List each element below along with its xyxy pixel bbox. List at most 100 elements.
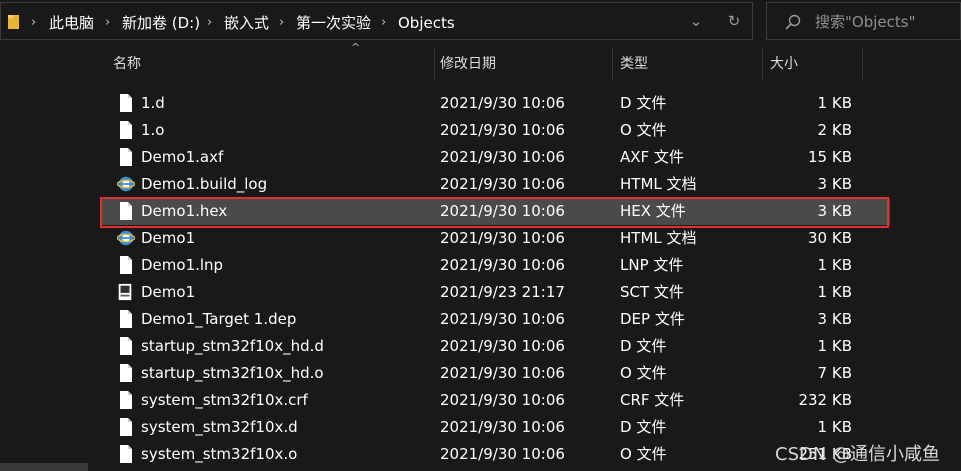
file-type: D 文件 bbox=[620, 94, 667, 112]
refresh-icon[interactable]: ↻ bbox=[717, 3, 751, 39]
chevron-right-icon[interactable]: › bbox=[207, 12, 212, 34]
file-type: O 文件 bbox=[620, 121, 667, 139]
file-row[interactable]: Demo1.axf 2021/9/30 10:06 AXF 文件 15 KB bbox=[100, 144, 890, 171]
file-size: 30 KB bbox=[808, 229, 852, 247]
file-date: 2021/9/30 10:06 bbox=[440, 121, 565, 139]
navigation-pane[interactable] bbox=[0, 44, 88, 471]
file-name: Demo1.build_log bbox=[141, 175, 268, 193]
file-icon bbox=[119, 147, 133, 167]
file-list: ^ 名称 修改日期 类型 大小 1.d 2021/9/30 10:06 D 文件 1 … bbox=[89, 41, 961, 471]
chevron-right-icon[interactable]: › bbox=[105, 12, 110, 34]
file-row[interactable]: Demo1.lnp 2021/9/30 10:06 LNP 文件 1 KB bbox=[100, 252, 890, 279]
file-row[interactable]: Demo1 2021/9/23 21:17 SCT 文件 1 KB bbox=[100, 279, 890, 306]
file-icon bbox=[119, 444, 133, 464]
file-icon bbox=[119, 309, 133, 329]
file-date: 2021/9/30 10:06 bbox=[440, 175, 565, 193]
file-name: Demo1 bbox=[141, 283, 196, 301]
chevron-right-icon[interactable]: › bbox=[31, 12, 36, 34]
file-name: startup_stm32f10x_hd.d bbox=[141, 337, 324, 355]
file-type: O 文件 bbox=[620, 364, 667, 382]
file-name: Demo1_Target 1.dep bbox=[141, 310, 297, 328]
column-divider[interactable] bbox=[862, 48, 863, 81]
file-type: HEX 文件 bbox=[620, 202, 686, 220]
sct-icon bbox=[117, 283, 132, 303]
file-size: 1 KB bbox=[817, 337, 852, 355]
file-type: DEP 文件 bbox=[620, 310, 685, 328]
folder-icon bbox=[8, 15, 19, 29]
chevron-right-icon[interactable]: › bbox=[381, 12, 386, 34]
file-icon bbox=[119, 417, 133, 437]
file-size: 1 KB bbox=[817, 256, 852, 274]
search-box[interactable] bbox=[766, 2, 961, 40]
file-type: HTML 文档 bbox=[620, 229, 697, 247]
file-type: D 文件 bbox=[620, 337, 667, 355]
file-date: 2021/9/30 10:06 bbox=[440, 229, 565, 247]
file-date: 2021/9/30 10:06 bbox=[440, 364, 565, 382]
file-row[interactable]: system_stm32f10x.d 2021/9/30 10:06 D 文件 1 K… bbox=[100, 414, 890, 441]
search-icon bbox=[785, 14, 801, 30]
file-row[interactable]: startup_stm32f10x_hd.d 2021/9/30 10:06 D 文… bbox=[100, 333, 890, 360]
column-header-type[interactable]: 类型 bbox=[612, 44, 762, 84]
file-name: 1.d bbox=[141, 94, 165, 112]
file-icon bbox=[119, 390, 133, 410]
file-type: O 文件 bbox=[620, 445, 667, 463]
file-name: system_stm32f10x.o bbox=[141, 445, 298, 463]
file-date: 2021/9/30 10:06 bbox=[440, 202, 565, 220]
file-size: 1 KB bbox=[817, 283, 852, 301]
file-name: 1.o bbox=[141, 121, 165, 139]
file-row[interactable]: 1.d 2021/9/30 10:06 D 文件 1 KB bbox=[100, 90, 890, 117]
breadcrumb-objects[interactable]: Objects bbox=[398, 12, 455, 34]
file-name: Demo1.lnp bbox=[141, 256, 224, 274]
ie-html-icon bbox=[116, 175, 136, 195]
breadcrumb-this-pc[interactable]: 此电脑 bbox=[49, 12, 94, 34]
file-type: D 文件 bbox=[620, 418, 667, 436]
toolbar: › 此电脑 › 新加卷 (D:) › 嵌入式 › 第一次实验 › Objects… bbox=[0, 0, 961, 44]
file-type: HTML 文档 bbox=[620, 175, 697, 193]
search-input[interactable] bbox=[815, 11, 955, 33]
file-row[interactable]: system_stm32f10x.crf 2021/9/30 10:06 CRF 文… bbox=[100, 387, 890, 414]
file-size: 15 KB bbox=[808, 148, 852, 166]
file-size: 7 KB bbox=[817, 364, 852, 382]
file-row[interactable]: Demo1_Target 1.dep 2021/9/30 10:06 DEP 文件 3… bbox=[100, 306, 890, 333]
ie-html-icon bbox=[116, 229, 136, 249]
file-date: 2021/9/30 10:06 bbox=[440, 391, 565, 409]
file-row[interactable]: Demo1 2021/9/30 10:06 HTML 文档 30 KB bbox=[100, 225, 890, 252]
dropdown-chevron-icon[interactable]: ⌄ bbox=[679, 3, 713, 39]
file-row[interactable]: system_stm32f10x.o 2021/9/30 10:06 O 文件 251… bbox=[100, 441, 890, 468]
file-size: 232 KB bbox=[798, 391, 852, 409]
file-icon bbox=[119, 93, 133, 113]
file-row-selected[interactable]: Demo1.hex 2021/9/30 10:06 HEX 文件 3 KB bbox=[100, 198, 890, 225]
file-date: 2021/9/30 10:06 bbox=[440, 310, 565, 328]
file-name: startup_stm32f10x_hd.o bbox=[141, 364, 324, 382]
file-row[interactable]: 1.o 2021/9/30 10:06 O 文件 2 KB bbox=[100, 117, 890, 144]
file-name: Demo1.axf bbox=[141, 148, 224, 166]
breadcrumb-drive-d[interactable]: 新加卷 (D:) bbox=[122, 12, 200, 34]
file-type: AXF 文件 bbox=[620, 148, 684, 166]
file-name: Demo1 bbox=[141, 229, 196, 247]
file-icon bbox=[119, 336, 133, 356]
file-name: system_stm32f10x.crf bbox=[141, 391, 308, 409]
file-date: 2021/9/30 10:06 bbox=[440, 418, 565, 436]
file-date: 2021/9/30 10:06 bbox=[440, 94, 565, 112]
file-icon bbox=[119, 255, 133, 275]
file-date: 2021/9/30 10:06 bbox=[440, 445, 565, 463]
column-header-size[interactable]: 大小 bbox=[762, 44, 862, 84]
file-row[interactable]: startup_stm32f10x_hd.o 2021/9/30 10:06 O 文… bbox=[100, 360, 890, 387]
file-date: 2021/9/23 21:17 bbox=[440, 283, 565, 301]
file-size: 3 KB bbox=[817, 310, 852, 328]
chevron-right-icon[interactable]: › bbox=[279, 12, 284, 34]
breadcrumb-embedded[interactable]: 嵌入式 bbox=[224, 12, 269, 34]
file-date: 2021/9/30 10:06 bbox=[440, 148, 565, 166]
file-name: Demo1.hex bbox=[141, 202, 228, 220]
file-icon bbox=[119, 363, 133, 383]
column-header-name[interactable]: 名称 bbox=[105, 44, 435, 84]
navigation-pane-scrollbar[interactable] bbox=[0, 463, 88, 471]
address-bar[interactable]: › 此电脑 › 新加卷 (D:) › 嵌入式 › 第一次实验 › Objects… bbox=[0, 2, 753, 40]
column-header-date[interactable]: 修改日期 bbox=[432, 44, 612, 84]
file-row[interactable]: Demo1.build_log 2021/9/30 10:06 HTML 文档 3 K… bbox=[100, 171, 890, 198]
file-size: 1 KB bbox=[817, 418, 852, 436]
file-name: system_stm32f10x.d bbox=[141, 418, 298, 436]
watermark: CSDN @通信小咸鱼 bbox=[775, 444, 941, 465]
file-date: 2021/9/30 10:06 bbox=[440, 337, 565, 355]
breadcrumb-first-experiment[interactable]: 第一次实验 bbox=[296, 12, 371, 34]
